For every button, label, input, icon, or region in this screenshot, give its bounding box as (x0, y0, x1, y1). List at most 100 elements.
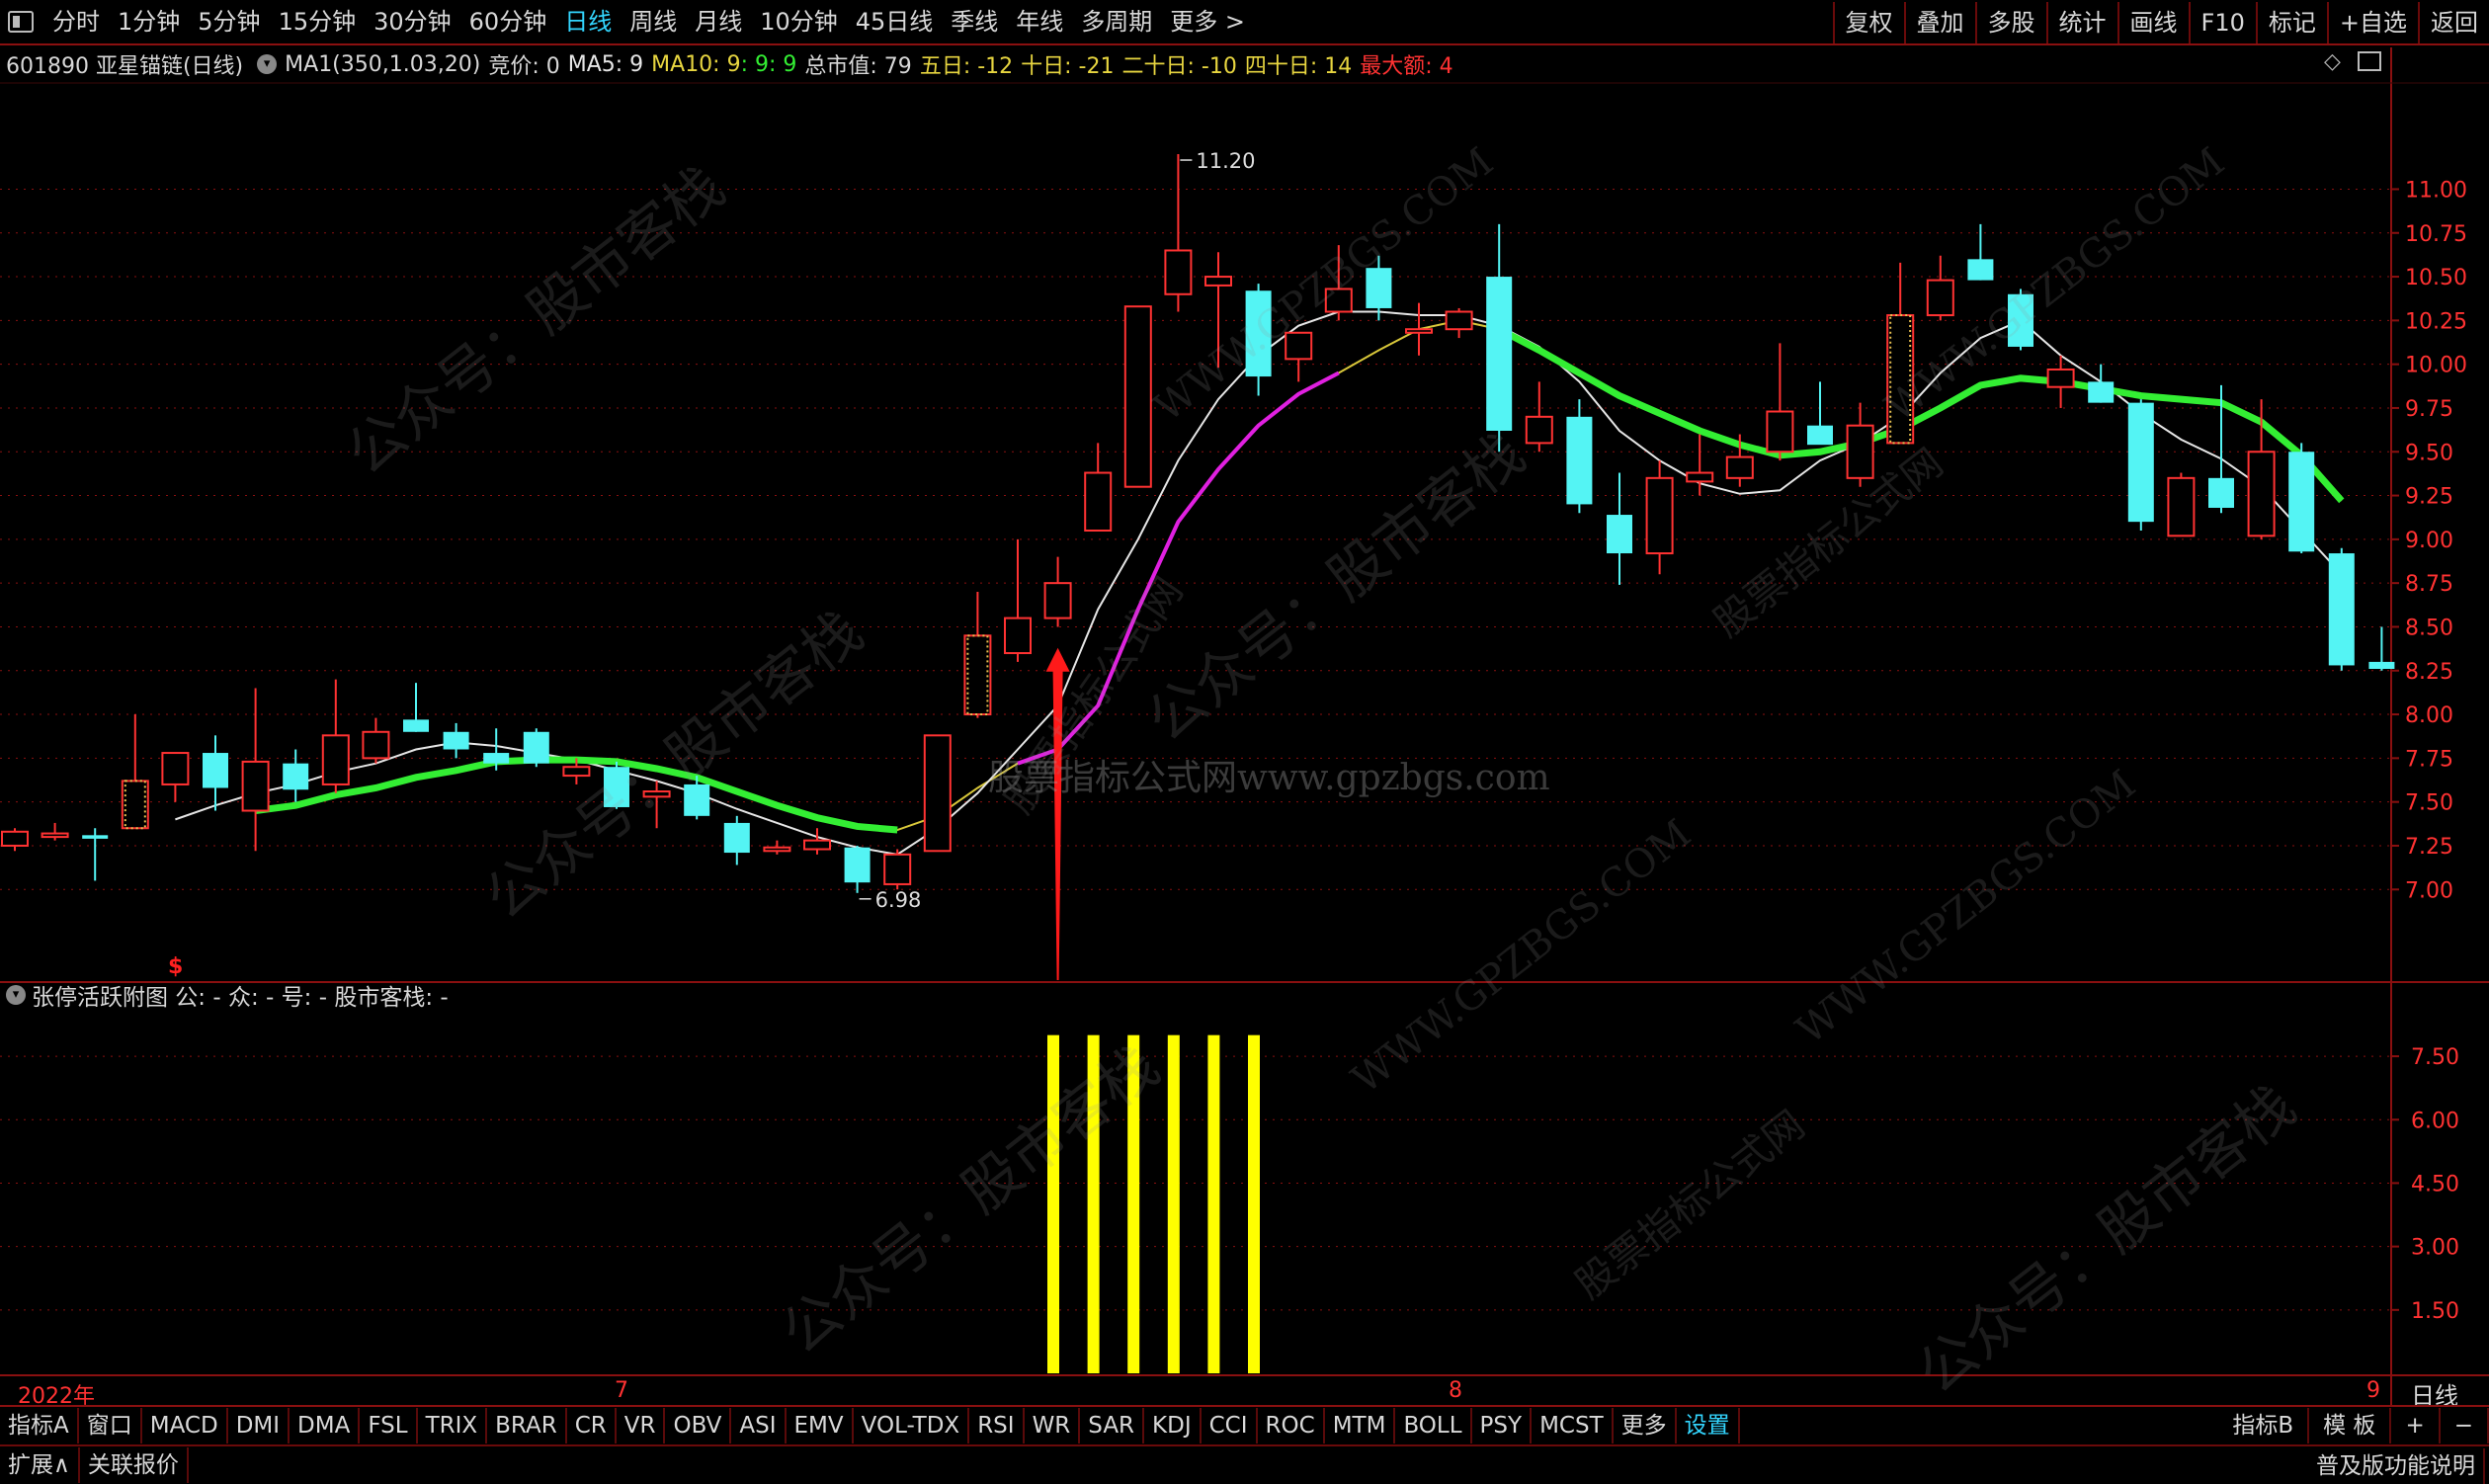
y-tick-label: 10.50 (2405, 266, 2467, 290)
candle-body (604, 767, 629, 807)
candle-body (923, 734, 952, 853)
signal-arrow (1045, 647, 1070, 980)
indicator-tab-1[interactable]: 窗口 (79, 1408, 142, 1443)
candle-body (41, 832, 69, 839)
candle-body (1285, 331, 1313, 361)
price-annotation: 11.20 (1196, 149, 1255, 173)
candle-body (2046, 368, 2075, 388)
candle-body (1123, 305, 1152, 488)
sub-y-tick-label: 4.50 (2411, 1172, 2459, 1196)
y-tick-label: 11.00 (2405, 178, 2467, 203)
indicator-tab-15[interactable]: WR (1025, 1408, 1081, 1443)
candle-body (2127, 402, 2154, 523)
candle-body (1967, 259, 1994, 281)
indicator-tab-10[interactable]: OBV (665, 1408, 732, 1443)
indicator-tab-20[interactable]: MTM (1325, 1408, 1396, 1443)
candle-body (803, 839, 831, 851)
candle-body (2368, 661, 2395, 669)
signal-bar (1167, 1034, 1180, 1373)
candle-body (1445, 310, 1473, 331)
candle-body (684, 783, 710, 816)
candle-body (723, 822, 750, 854)
indicator-tab-22[interactable]: PSY (1472, 1408, 1533, 1443)
candle-body (1486, 277, 1513, 431)
candle-body (1525, 415, 1553, 445)
indicator-tab-9[interactable]: VR (617, 1408, 666, 1443)
indicator-tab-13[interactable]: VOL-TDX (854, 1408, 970, 1443)
sub-dropdown-circle-icon[interactable]: ▾ (6, 985, 26, 1005)
related-quote-button[interactable]: 关联报价 (80, 1446, 189, 1483)
ma-magenta-segment (1017, 371, 1340, 766)
signal-bar (1207, 1034, 1220, 1373)
kline-chart[interactable]: 7.00 7.25 7.50 7.75 8.00 8.25 8.50 8.75 9.00 9.25… (0, 0, 2489, 1483)
candle-body (763, 846, 791, 853)
indicator-tab-12[interactable]: EMV (787, 1408, 854, 1443)
price-annotation: 6.98 (875, 888, 922, 912)
indicator-right-tab-1[interactable]: 模 板 (2309, 1408, 2392, 1443)
candle-body (1366, 268, 1392, 308)
candle-body (1607, 515, 1632, 554)
indicator-tab-17[interactable]: KDJ (1144, 1408, 1202, 1443)
date-month-9: 9 (2366, 1378, 2380, 1403)
indicator-right-tab-2[interactable]: + (2391, 1408, 2441, 1443)
sub-chart-title: 张停活跃附图 公: - 众: - 号: - 股市客栈: - (32, 985, 449, 1011)
indicator-tab-11[interactable]: ASI (731, 1408, 787, 1443)
indicator-tab-25[interactable]: 设置 (1677, 1408, 1740, 1443)
indicator-tabs-bar: 指标A 窗口 MACD DMI DMA FSL TRIX BRAR CR VR OBV ASI EMV V… (0, 1405, 2489, 1444)
indicator-tab-4[interactable]: DMA (290, 1408, 361, 1443)
indicator-tab-24[interactable]: 更多 (1614, 1408, 1677, 1443)
help-link[interactable]: 普及版功能说明 (2308, 1448, 2485, 1484)
indicator-right-tab-0[interactable]: 指标B (2218, 1408, 2310, 1443)
candle-body (523, 731, 549, 764)
sub-y-tick-label: 6.00 (2411, 1109, 2459, 1133)
indicator-tab-6[interactable]: TRIX (418, 1408, 488, 1443)
candle-body (203, 753, 228, 788)
candle-body (1164, 249, 1193, 295)
y-tick-label: 9.25 (2405, 485, 2453, 510)
indicator-tab-2[interactable]: MACD (142, 1408, 228, 1443)
indicator-tab-3[interactable]: DMI (228, 1408, 290, 1443)
candle-body (2208, 477, 2234, 508)
indicator-tab-14[interactable]: RSI (969, 1408, 1025, 1443)
candle-body (1566, 416, 1593, 505)
indicator-tab-18[interactable]: CCI (1202, 1408, 1258, 1443)
candle-body (1686, 471, 1714, 483)
y-tick-label: 9.50 (2405, 441, 2453, 465)
indicator-right-tab-3[interactable]: − (2441, 1408, 2489, 1443)
signal-bar (1087, 1034, 1100, 1373)
expand-button[interactable]: 扩展∧ (0, 1446, 80, 1483)
ma-green-segment (1497, 326, 2345, 504)
candle-body (1766, 410, 1794, 453)
y-tick-label: 7.75 (2405, 747, 2453, 772)
indicator-tab-19[interactable]: ROC (1258, 1408, 1325, 1443)
y-tick-label: 7.50 (2405, 791, 2453, 816)
candle-body (1807, 425, 1833, 446)
signal-bar (1248, 1034, 1260, 1373)
indicator-tab-5[interactable]: FSL (360, 1408, 418, 1443)
indicator-tab-7[interactable]: BRAR (487, 1408, 567, 1443)
indicator-tab-0[interactable]: 指标A (0, 1408, 79, 1443)
candle-body (2088, 381, 2115, 403)
date-month-7: 7 (615, 1378, 628, 1403)
candle-body (844, 847, 871, 883)
y-tick-label: 10.00 (2405, 354, 2467, 378)
candle-body (883, 853, 912, 885)
candle-body (562, 766, 591, 778)
sub-y-tick-label: 1.50 (2411, 1299, 2459, 1324)
sub-y-tick-label: 3.00 (2411, 1236, 2459, 1261)
indicator-tab-23[interactable]: MCST (1532, 1408, 1614, 1443)
dollar-marker: $ (168, 954, 183, 979)
candle-body (321, 734, 350, 785)
y-tick-label: 7.00 (2405, 878, 2453, 903)
candle-body (1645, 476, 1674, 555)
candle-body (1084, 471, 1113, 532)
footer-bar: 扩展∧ 关联报价 普及版功能说明 (0, 1444, 2489, 1484)
indicator-tab-8[interactable]: CR (567, 1408, 617, 1443)
indicator-tab-16[interactable]: SAR (1080, 1408, 1145, 1443)
indicator-tab-21[interactable]: BOLL (1395, 1408, 1472, 1443)
candle-body (1324, 288, 1353, 313)
candle-body (443, 731, 469, 750)
candle-body (1725, 455, 1754, 479)
y-tick-label: 9.75 (2405, 397, 2453, 422)
sub-y-tick-label: 7.50 (2411, 1045, 2459, 1070)
